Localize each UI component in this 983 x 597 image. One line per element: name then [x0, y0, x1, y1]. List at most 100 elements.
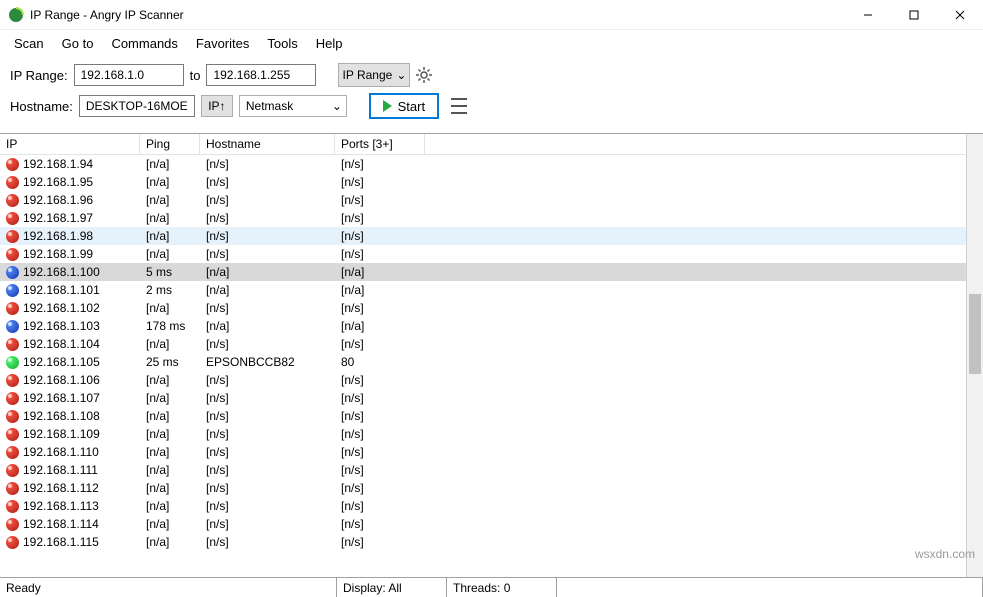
- cell-ping: [n/a]: [140, 499, 200, 513]
- table-row[interactable]: 192.168.1.98[n/a][n/s][n/s]: [0, 227, 966, 245]
- status-orb-icon: [6, 338, 19, 351]
- table-row[interactable]: 192.168.1.109[n/a][n/s][n/s]: [0, 425, 966, 443]
- play-icon: [383, 100, 392, 112]
- cell-ping: [n/a]: [140, 337, 200, 351]
- table-row[interactable]: 192.168.1.107[n/a][n/s][n/s]: [0, 389, 966, 407]
- ip-range-dropdown[interactable]: IP Range ⌄: [338, 63, 410, 87]
- cell-ports: 80: [335, 355, 425, 369]
- table-row[interactable]: 192.168.1.10525 msEPSONBCCB8280: [0, 353, 966, 371]
- header-hostname[interactable]: Hostname: [200, 134, 335, 154]
- settings-gear-icon[interactable]: [416, 67, 432, 83]
- netmask-select[interactable]: Netmask ⌄: [239, 95, 347, 117]
- table-row[interactable]: 192.168.1.114[n/a][n/s][n/s]: [0, 515, 966, 533]
- status-orb-icon: [6, 284, 19, 297]
- table-row[interactable]: 192.168.1.102[n/a][n/s][n/s]: [0, 299, 966, 317]
- minimize-button[interactable]: [845, 0, 891, 29]
- status-orb-icon: [6, 446, 19, 459]
- cell-ip: 192.168.1.94: [23, 157, 93, 171]
- maximize-button[interactable]: [891, 0, 937, 29]
- table-row[interactable]: 192.168.1.106[n/a][n/s][n/s]: [0, 371, 966, 389]
- status-orb-icon: [6, 212, 19, 225]
- cell-ports: [n/s]: [335, 211, 425, 225]
- menu-tools[interactable]: Tools: [259, 32, 305, 55]
- table-row[interactable]: 192.168.1.96[n/a][n/s][n/s]: [0, 191, 966, 209]
- vertical-scrollbar[interactable]: [966, 134, 983, 577]
- cell-hostname: [n/s]: [200, 499, 335, 513]
- cell-ping: [n/a]: [140, 535, 200, 549]
- cell-ping: 25 ms: [140, 355, 200, 369]
- cell-ping: [n/a]: [140, 193, 200, 207]
- cell-ping: [n/a]: [140, 517, 200, 531]
- cell-hostname: [n/s]: [200, 391, 335, 405]
- cell-hostname: [n/s]: [200, 373, 335, 387]
- table-row[interactable]: 192.168.1.103178 ms[n/a][n/a]: [0, 317, 966, 335]
- close-button[interactable]: [937, 0, 983, 29]
- ip-up-button[interactable]: IP↑: [201, 95, 233, 117]
- hostname-input[interactable]: [79, 95, 195, 117]
- status-orb-icon: [6, 302, 19, 315]
- list-menu-icon[interactable]: [451, 98, 467, 114]
- cell-ip: 192.168.1.98: [23, 229, 93, 243]
- cell-ports: [n/s]: [335, 229, 425, 243]
- cell-ports: [n/s]: [335, 409, 425, 423]
- cell-ip: 192.168.1.100: [23, 265, 100, 279]
- table-row[interactable]: 192.168.1.1012 ms[n/a][n/a]: [0, 281, 966, 299]
- status-ready: Ready: [0, 578, 337, 597]
- table-row[interactable]: 192.168.1.112[n/a][n/s][n/s]: [0, 479, 966, 497]
- ip-from-input[interactable]: [74, 64, 184, 86]
- netmask-select-label: Netmask: [246, 99, 293, 113]
- scrollbar-thumb[interactable]: [969, 294, 981, 374]
- table-row[interactable]: 192.168.1.115[n/a][n/s][n/s]: [0, 533, 966, 551]
- cell-ping: [n/a]: [140, 391, 200, 405]
- cell-ports: [n/s]: [335, 481, 425, 495]
- table-row[interactable]: 192.168.1.108[n/a][n/s][n/s]: [0, 407, 966, 425]
- hostname-label: Hostname:: [10, 99, 73, 114]
- cell-ports: [n/s]: [335, 373, 425, 387]
- header-ping[interactable]: Ping: [140, 134, 200, 154]
- menu-bar: Scan Go to Commands Favorites Tools Help: [0, 30, 983, 57]
- menu-help[interactable]: Help: [308, 32, 351, 55]
- table-row[interactable]: 192.168.1.110[n/a][n/s][n/s]: [0, 443, 966, 461]
- start-button[interactable]: Start: [369, 93, 439, 119]
- cell-hostname: [n/s]: [200, 229, 335, 243]
- cell-ping: 2 ms: [140, 283, 200, 297]
- cell-ip: 192.168.1.111: [23, 463, 98, 477]
- status-orb-icon: [6, 158, 19, 171]
- cell-hostname: [n/s]: [200, 517, 335, 531]
- cell-hostname: [n/s]: [200, 175, 335, 189]
- cell-ping: [n/a]: [140, 175, 200, 189]
- start-button-label: Start: [398, 99, 425, 114]
- menu-scan[interactable]: Scan: [6, 32, 52, 55]
- status-display: Display: All: [337, 578, 447, 597]
- table-row[interactable]: 192.168.1.1005 ms[n/a][n/a]: [0, 263, 966, 281]
- status-orb-icon: [6, 536, 19, 549]
- table-row[interactable]: 192.168.1.99[n/a][n/s][n/s]: [0, 245, 966, 263]
- cell-hostname: [n/s]: [200, 247, 335, 261]
- table-row[interactable]: 192.168.1.104[n/a][n/s][n/s]: [0, 335, 966, 353]
- header-ports[interactable]: Ports [3+]: [335, 134, 425, 154]
- table-row[interactable]: 192.168.1.111[n/a][n/s][n/s]: [0, 461, 966, 479]
- cell-ping: [n/a]: [140, 301, 200, 315]
- cell-ports: [n/s]: [335, 499, 425, 513]
- cell-ports: [n/s]: [335, 445, 425, 459]
- status-orb-icon: [6, 464, 19, 477]
- table-row[interactable]: 192.168.1.113[n/a][n/s][n/s]: [0, 497, 966, 515]
- table-row[interactable]: 192.168.1.94[n/a][n/s][n/s]: [0, 155, 966, 173]
- cell-ip: 192.168.1.114: [23, 517, 99, 531]
- ip-to-input[interactable]: [206, 64, 316, 86]
- menu-goto[interactable]: Go to: [54, 32, 102, 55]
- table-row[interactable]: 192.168.1.97[n/a][n/s][n/s]: [0, 209, 966, 227]
- cell-ip: 192.168.1.112: [23, 481, 99, 495]
- status-orb-icon: [6, 176, 19, 189]
- menu-commands[interactable]: Commands: [103, 32, 185, 55]
- cell-hostname: [n/s]: [200, 535, 335, 549]
- header-ip[interactable]: IP: [0, 134, 140, 154]
- cell-ip: 192.168.1.95: [23, 175, 93, 189]
- cell-ping: [n/a]: [140, 373, 200, 387]
- ip-range-dropdown-label: IP Range: [342, 68, 392, 82]
- table-row[interactable]: 192.168.1.95[n/a][n/s][n/s]: [0, 173, 966, 191]
- cell-ping: [n/a]: [140, 427, 200, 441]
- title-bar: IP Range - Angry IP Scanner: [0, 0, 983, 30]
- menu-favorites[interactable]: Favorites: [188, 32, 257, 55]
- results-table[interactable]: IP Ping Hostname Ports [3+] 192.168.1.94…: [0, 134, 966, 577]
